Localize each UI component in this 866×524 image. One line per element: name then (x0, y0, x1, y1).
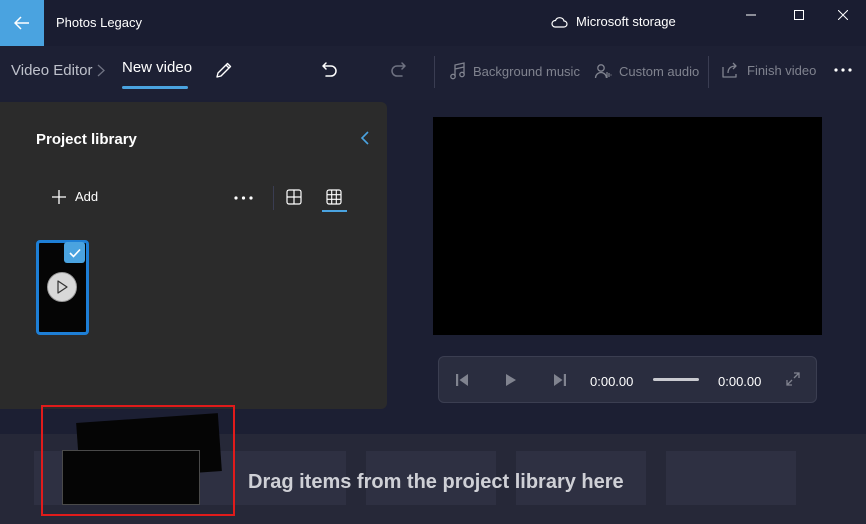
next-frame-button[interactable] (553, 373, 567, 387)
redo-button[interactable] (388, 60, 408, 80)
step-forward-icon (554, 374, 566, 386)
collapse-library-button[interactable] (360, 131, 370, 145)
pencil-icon (216, 62, 232, 78)
breadcrumb-video-editor[interactable]: Video Editor (11, 62, 92, 79)
library-more-button[interactable] (234, 192, 253, 204)
large-thumbnail-view-button[interactable] (286, 189, 302, 205)
seek-bar[interactable] (653, 378, 699, 381)
person-audio-icon (594, 64, 612, 79)
storyboard-drop-hint: Drag items from the project library here (248, 471, 624, 493)
storage-label: Microsoft storage (576, 14, 676, 29)
chevron-right-icon (97, 64, 105, 77)
step-back-icon (456, 374, 468, 386)
previous-frame-button[interactable] (455, 373, 469, 387)
redo-icon (391, 62, 406, 77)
background-music-button[interactable]: Background music (449, 62, 580, 80)
maximize-button[interactable] (776, 0, 822, 30)
plus-icon (52, 189, 66, 204)
maximize-icon (794, 10, 804, 20)
custom-audio-button[interactable]: Custom audio (594, 62, 699, 80)
grid-large-icon (286, 189, 302, 205)
grid-small-icon (326, 189, 342, 205)
add-label: Add (75, 189, 99, 204)
minimize-icon (746, 14, 756, 16)
toolbar-divider (434, 56, 435, 88)
more-horizontal-icon (234, 196, 253, 200)
highlight-annotation (41, 405, 235, 516)
finish-video-button[interactable]: Finish video (722, 62, 816, 78)
close-button[interactable] (820, 0, 866, 30)
small-thumbnail-view-button[interactable] (326, 189, 342, 205)
cloud-icon (551, 16, 568, 28)
undo-icon (322, 62, 337, 77)
play-button[interactable] (504, 373, 518, 387)
total-time: 0:00.00 (718, 374, 762, 389)
expand-icon (786, 372, 800, 386)
app-title: Photos Legacy (56, 15, 143, 30)
breadcrumb-underline (122, 86, 188, 89)
add-button[interactable]: Add (52, 189, 98, 204)
play-icon (506, 374, 516, 386)
clip-selected-checkbox[interactable] (64, 242, 85, 263)
view-selected-indicator (322, 210, 347, 212)
toolbar-divider (708, 56, 709, 88)
share-icon (722, 62, 737, 78)
edit-title-button[interactable] (214, 60, 234, 80)
storyboard-slot (666, 451, 796, 505)
chevron-left-icon (360, 131, 369, 145)
library-toolbar-divider (273, 186, 274, 210)
current-time: 0:00.00 (590, 374, 634, 389)
more-options-button[interactable] (834, 60, 852, 80)
music-note-icon (450, 62, 465, 80)
arrow-left-icon (14, 16, 29, 30)
play-icon (57, 280, 68, 294)
minimize-button[interactable] (728, 0, 774, 30)
custom-audio-label: Custom audio (619, 63, 700, 79)
finish-video-label: Finish video (747, 62, 817, 78)
breadcrumb-new-video[interactable]: New video (122, 59, 192, 76)
video-preview (433, 117, 822, 335)
storage-indicator[interactable]: Microsoft storage (551, 14, 676, 29)
close-icon (838, 10, 848, 20)
background-music-label: Background music (473, 63, 580, 79)
undo-button[interactable] (320, 60, 340, 80)
library-title: Project library (36, 131, 137, 148)
back-button[interactable] (0, 0, 44, 46)
fullscreen-button[interactable] (786, 372, 800, 386)
more-horizontal-icon (834, 68, 852, 72)
clip-play-badge (47, 272, 77, 302)
checkmark-icon (68, 248, 81, 258)
